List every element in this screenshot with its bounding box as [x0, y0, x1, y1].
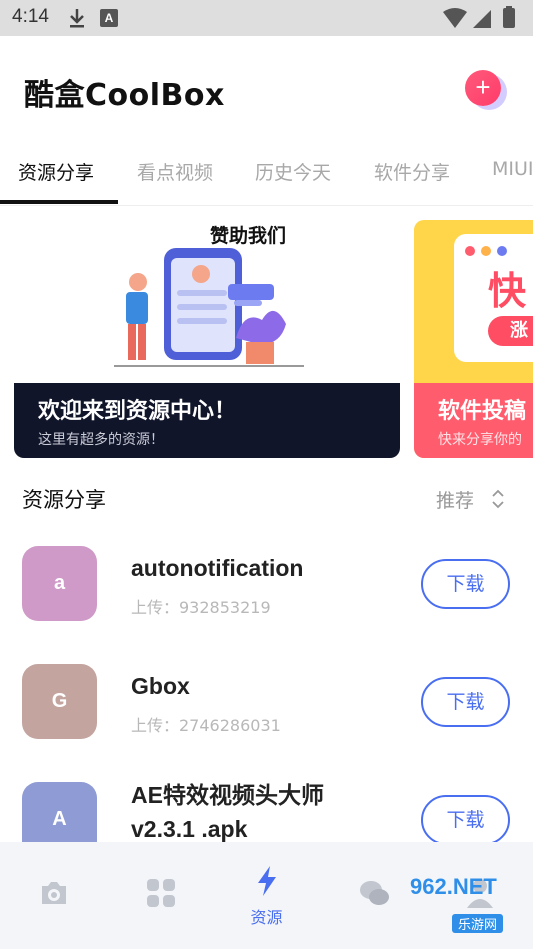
watermark-subtext: 乐游网: [452, 914, 504, 933]
signal-battery-icons: [443, 6, 515, 28]
lightning-icon: [258, 866, 276, 896]
apps-grid-icon: [147, 879, 175, 907]
banner-art-text: 快: [488, 269, 527, 313]
plus-icon: +: [475, 72, 491, 102]
tab-miui[interactable]: MIUI: [492, 158, 533, 180]
tab-indicator: [0, 200, 118, 204]
chat-bubbles-icon: [360, 881, 389, 905]
banner-caption: 欢迎来到资源中心！ 这里有超多的资源！: [14, 383, 400, 458]
tab-history-today[interactable]: 历史今天: [255, 158, 331, 185]
avatar: G: [22, 664, 97, 739]
item-name: AE特效视频头大师 v2.3.1 .apk: [131, 782, 324, 842]
banner-subtitle: 这里有超多的资源！: [38, 432, 164, 448]
avatar-initial: G: [51, 690, 68, 712]
item-name: autonotification: [131, 555, 304, 581]
tab-resource-share[interactable]: 资源分享: [18, 158, 94, 185]
sponsor-illustration: 赞助我们: [114, 224, 304, 367]
nav-label: 资源: [250, 908, 283, 927]
watermark-logo: 962.NET: [410, 874, 497, 899]
nav-camera[interactable]: [0, 842, 107, 949]
app-title: 酷盒CoolBox: [24, 78, 225, 113]
add-button[interactable]: +: [465, 70, 501, 106]
sponsor-art-text: 赞助我们: [209, 224, 286, 247]
banner-title: 欢迎来到资源中心！: [38, 399, 237, 424]
sort-dropdown[interactable]: 推荐: [436, 486, 474, 513]
status-bar: 4:14 A: [0, 0, 533, 36]
download-icon: [70, 9, 84, 28]
banner-subtitle: 快来分享你的: [438, 432, 522, 448]
section-title: 资源分享: [22, 488, 106, 512]
app-header: 酷盒CoolBox +: [0, 36, 533, 136]
item-uploader: 上传：932853219: [131, 598, 271, 617]
banner-caption: 软件投稿 快来分享你的: [414, 383, 533, 458]
camera-icon: [42, 882, 66, 904]
download-button[interactable]: 下载: [421, 677, 510, 727]
tab-software-share[interactable]: 软件分享: [374, 158, 450, 185]
avatar-initial: A: [52, 808, 67, 830]
banner-software-submit[interactable]: 快 涨 软件投稿 快来分享你的: [414, 220, 533, 458]
banner-resource-center[interactable]: 赞助我们 欢迎来到资源中心！ 这里有超多的资源！: [14, 220, 400, 458]
notification-a-icon: A: [100, 9, 118, 27]
avatar: a: [22, 546, 97, 621]
window-dots-icon: [465, 246, 507, 256]
nav-resources[interactable]: 资源: [213, 842, 320, 949]
avatar: A: [22, 782, 97, 844]
download-button[interactable]: 下载: [421, 559, 510, 609]
banner-carousel: 赞助我们 欢迎来到资源中心！ 这里有超多的资源！ 快 涨 软件投稿 快来分享你的: [0, 206, 533, 466]
item-uploader: 上传：2746286031: [131, 716, 281, 735]
nav-apps[interactable]: [107, 842, 214, 949]
resource-list: a autonotification 上传：932853219 下载 G Gbo…: [0, 524, 533, 844]
tab-videos[interactable]: 看点视频: [137, 158, 213, 185]
download-button[interactable]: 下载: [421, 795, 510, 844]
item-name: Gbox: [131, 673, 190, 699]
list-item[interactable]: G Gbox 上传：2746286031 下载: [0, 642, 533, 760]
banner-art-pill: 涨: [488, 316, 533, 346]
status-time: 4:14: [12, 6, 49, 27]
sort-chevron-icon[interactable]: [490, 487, 506, 511]
list-item[interactable]: a autonotification 上传：932853219 下载: [0, 524, 533, 642]
list-item[interactable]: A AE特效视频头大师 v2.3.1 .apk 下载: [0, 760, 533, 844]
banner-title: 软件投稿: [438, 399, 527, 424]
category-tabs: 资源分享 看点视频 历史今天 软件分享 MIUI: [0, 136, 533, 206]
avatar-initial: a: [53, 572, 66, 594]
